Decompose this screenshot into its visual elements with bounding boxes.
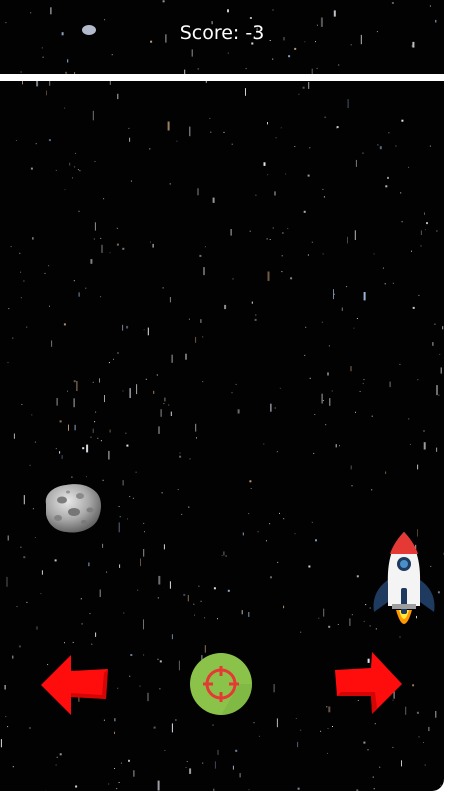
hud-divider	[0, 74, 444, 81]
fire-button[interactable]	[189, 652, 253, 716]
window-edge	[444, 0, 450, 800]
score-display: Score: -3	[179, 22, 265, 44]
asteroid-icon	[45, 484, 101, 533]
hud: Score: -3	[0, 0, 444, 74]
left-arrow-icon	[41, 655, 108, 715]
game-screen: Score: -3	[0, 0, 444, 791]
crosshair-icon	[190, 653, 252, 715]
move-right-button[interactable]	[333, 650, 405, 716]
move-left-button[interactable]	[38, 651, 110, 717]
right-arrow-icon	[335, 652, 402, 714]
rocket-icon	[373, 532, 435, 624]
